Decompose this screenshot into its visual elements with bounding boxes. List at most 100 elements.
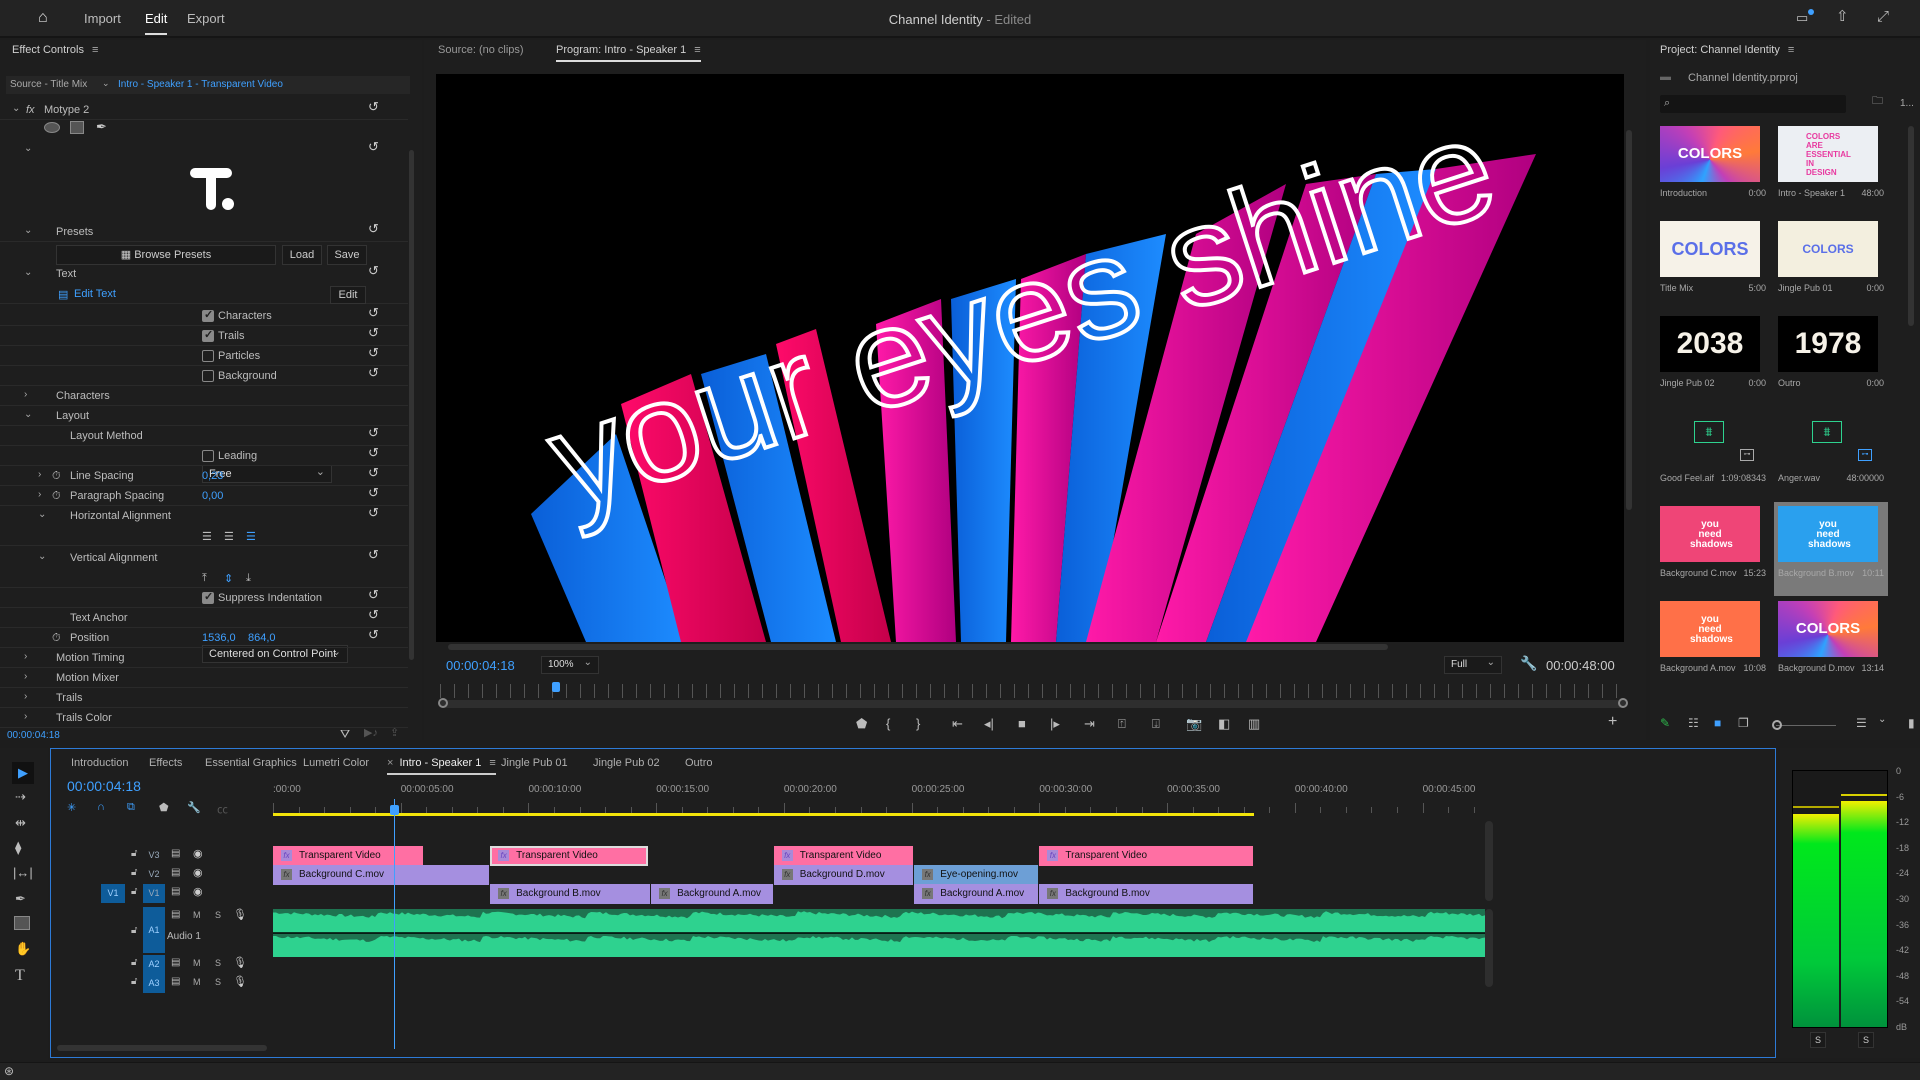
- selection-tool-icon[interactable]: ▶: [12, 762, 34, 784]
- align-bottom-icon[interactable]: ⤓: [246, 572, 251, 585]
- stopwatch-icon[interactable]: ⏱: [52, 470, 61, 483]
- timeline-clip[interactable]: fx Transparent Video: [773, 846, 914, 866]
- freeform-view-icon[interactable]: ❐: [1738, 716, 1749, 730]
- leading-checkbox[interactable]: [202, 450, 214, 462]
- timeline-clip[interactable]: fx Background B.mov: [490, 884, 651, 904]
- program-time-ruler[interactable]: [440, 684, 1626, 698]
- reset-icon[interactable]: ↺: [368, 588, 382, 602]
- timeline-timecode[interactable]: 00:00:04:18: [67, 778, 141, 794]
- collapse-chevron-icon[interactable]: ⌄: [38, 509, 46, 520]
- ec-scrollbar[interactable]: [409, 150, 414, 660]
- add-marker-icon[interactable]: ⬟: [159, 801, 169, 814]
- project-panel-title[interactable]: Project: Channel Identity ≡: [1660, 44, 1794, 56]
- scroll-handle-left[interactable]: [438, 698, 448, 708]
- fullscreen-icon[interactable]: ⤢: [1877, 9, 1889, 24]
- list-view-icon[interactable]: ☷: [1688, 716, 1699, 730]
- lock-icon[interactable]: 🔓︎: [131, 976, 137, 987]
- expand-chevron-icon[interactable]: ›: [24, 691, 27, 702]
- collapse-chevron-icon[interactable]: ⌄: [24, 267, 32, 278]
- audio-only-icon[interactable]: ▶♪: [364, 728, 378, 739]
- quick-export-icon[interactable]: ▭: [1796, 11, 1808, 24]
- stopwatch-icon[interactable]: ⏱: [52, 632, 61, 645]
- voiceover-mic-icon[interactable]: 🎙︎: [233, 975, 247, 988]
- collapse-chevron-icon[interactable]: ⌄: [24, 409, 32, 420]
- panel-menu-icon[interactable]: ≡: [694, 44, 700, 56]
- reset-icon[interactable]: ↺: [368, 486, 382, 500]
- stopwatch-icon[interactable]: ⏱: [52, 490, 61, 503]
- sync-lock-icon[interactable]: ▤: [171, 909, 180, 920]
- compare-view-icon[interactable]: ◧: [1218, 716, 1230, 732]
- zoom-level-dropdown[interactable]: 100%: [541, 655, 599, 674]
- panel-menu-icon[interactable]: ≡: [1788, 44, 1794, 56]
- layout-section[interactable]: ⌄ Layout: [0, 406, 408, 426]
- timeline-playhead-line[interactable]: [394, 799, 396, 1049]
- timeline-clip[interactable]: fx Background A.mov: [914, 884, 1039, 904]
- particles-checkbox[interactable]: [202, 350, 214, 362]
- panel-menu-icon[interactable]: ≡: [92, 44, 98, 56]
- snap-icon[interactable]: ∩: [97, 801, 105, 813]
- eye-icon[interactable]: ◉: [193, 847, 203, 860]
- position-y-value[interactable]: 864,0: [248, 632, 276, 644]
- captions-icon[interactable]: ㏄: [217, 801, 228, 817]
- trails-section[interactable]: › Trails: [0, 688, 408, 708]
- project-scrollbar[interactable]: [1908, 126, 1914, 326]
- playback-resolution-dropdown[interactable]: Full: [1444, 655, 1502, 674]
- collapse-chevron-icon[interactable]: ⌄: [12, 103, 20, 114]
- work-area-bar[interactable]: [273, 813, 1254, 816]
- reset-icon[interactable]: ↺: [368, 346, 382, 360]
- settings-wrench-icon[interactable]: 🔧: [1520, 656, 1537, 670]
- stop-icon[interactable]: ■: [1018, 716, 1026, 731]
- browse-presets-button[interactable]: ▦ Browse Presets: [56, 245, 276, 265]
- project-item[interactable]: ⩩ ⊶ Good Feel.aif 1:09:08343: [1656, 407, 1770, 501]
- multicam-icon[interactable]: ▥: [1248, 716, 1260, 732]
- project-item[interactable]: COLORS Jingle Pub 01 0:00: [1774, 217, 1888, 311]
- hand-tool-icon[interactable]: ✋: [15, 942, 31, 955]
- reset-icon[interactable]: ↺: [368, 222, 382, 236]
- mute-button[interactable]: M: [193, 958, 201, 968]
- reset-icon[interactable]: ↺: [368, 466, 382, 480]
- audio-vscroll[interactable]: [1485, 909, 1493, 987]
- align-top-icon[interactable]: ⤒: [202, 572, 207, 585]
- automate-icon[interactable]: ▮: [1908, 716, 1915, 730]
- motion-timing-section[interactable]: › Motion Timing: [0, 648, 408, 668]
- characters-section[interactable]: › Characters: [0, 386, 408, 406]
- program-current-timecode[interactable]: 00:00:04:18: [446, 658, 515, 673]
- go-to-in-icon[interactable]: ⇤: [952, 716, 963, 732]
- project-item[interactable]: COLORS Background D.mov 13:14: [1774, 597, 1888, 691]
- mark-out-icon[interactable]: }: [916, 716, 920, 731]
- align-left-icon[interactable]: ☰: [202, 530, 212, 543]
- nest-icon[interactable]: ✳: [67, 801, 76, 814]
- timeline-clip[interactable]: fx Transparent Video: [490, 846, 648, 866]
- scroll-handle-right[interactable]: [1618, 698, 1628, 708]
- sync-lock-icon[interactable]: ▤: [171, 886, 180, 897]
- find-bin-icon[interactable]: 🗀: [1872, 96, 1883, 107]
- clip-selector[interactable]: Intro - Speaker 1 - Transparent Video: [118, 79, 283, 90]
- lock-icon[interactable]: 🔓︎: [131, 867, 137, 878]
- timeline-clip[interactable]: fx Background D.mov: [773, 865, 914, 885]
- trails-checkbox[interactable]: [202, 328, 214, 342]
- motion-mixer-section[interactable]: › Motion Mixer: [0, 668, 408, 688]
- eye-icon[interactable]: ◉: [193, 885, 203, 898]
- project-item[interactable]: you need shadows Background A.mov 10:08: [1656, 597, 1770, 691]
- mark-in-icon[interactable]: {: [886, 716, 890, 731]
- edit-text-button[interactable]: Edit: [330, 286, 366, 304]
- rectangle-mask-icon[interactable]: [70, 121, 84, 134]
- collapse-chevron-icon[interactable]: ⌄: [24, 225, 32, 236]
- icon-view-icon[interactable]: ■: [1714, 716, 1721, 730]
- track-target-a3[interactable]: A3: [143, 974, 165, 993]
- timeline-clip[interactable]: fx Transparent Video: [1039, 846, 1253, 866]
- track-target-v2[interactable]: V2: [143, 865, 165, 884]
- zoom-scrollbar[interactable]: [440, 700, 1626, 708]
- step-forward-icon[interactable]: |▸: [1050, 716, 1060, 732]
- mute-button[interactable]: M: [193, 977, 201, 987]
- pen-mask-icon[interactable]: ✒: [96, 119, 107, 135]
- source-monitor-tab[interactable]: Source: (no clips): [438, 44, 524, 56]
- project-item[interactable]: ⩩ ⊶ Anger.wav 48:00000: [1774, 407, 1888, 501]
- timeline-tab[interactable]: Introduction: [71, 757, 128, 769]
- reset-icon[interactable]: ↺: [368, 264, 382, 278]
- project-search-input[interactable]: ⌕: [1660, 95, 1846, 113]
- source-patch-v1[interactable]: V1: [101, 884, 125, 903]
- sync-lock-icon[interactable]: ▤: [171, 957, 180, 968]
- razor-tool-icon[interactable]: ⧫: [15, 841, 21, 854]
- lock-icon[interactable]: 🔓︎: [131, 925, 137, 936]
